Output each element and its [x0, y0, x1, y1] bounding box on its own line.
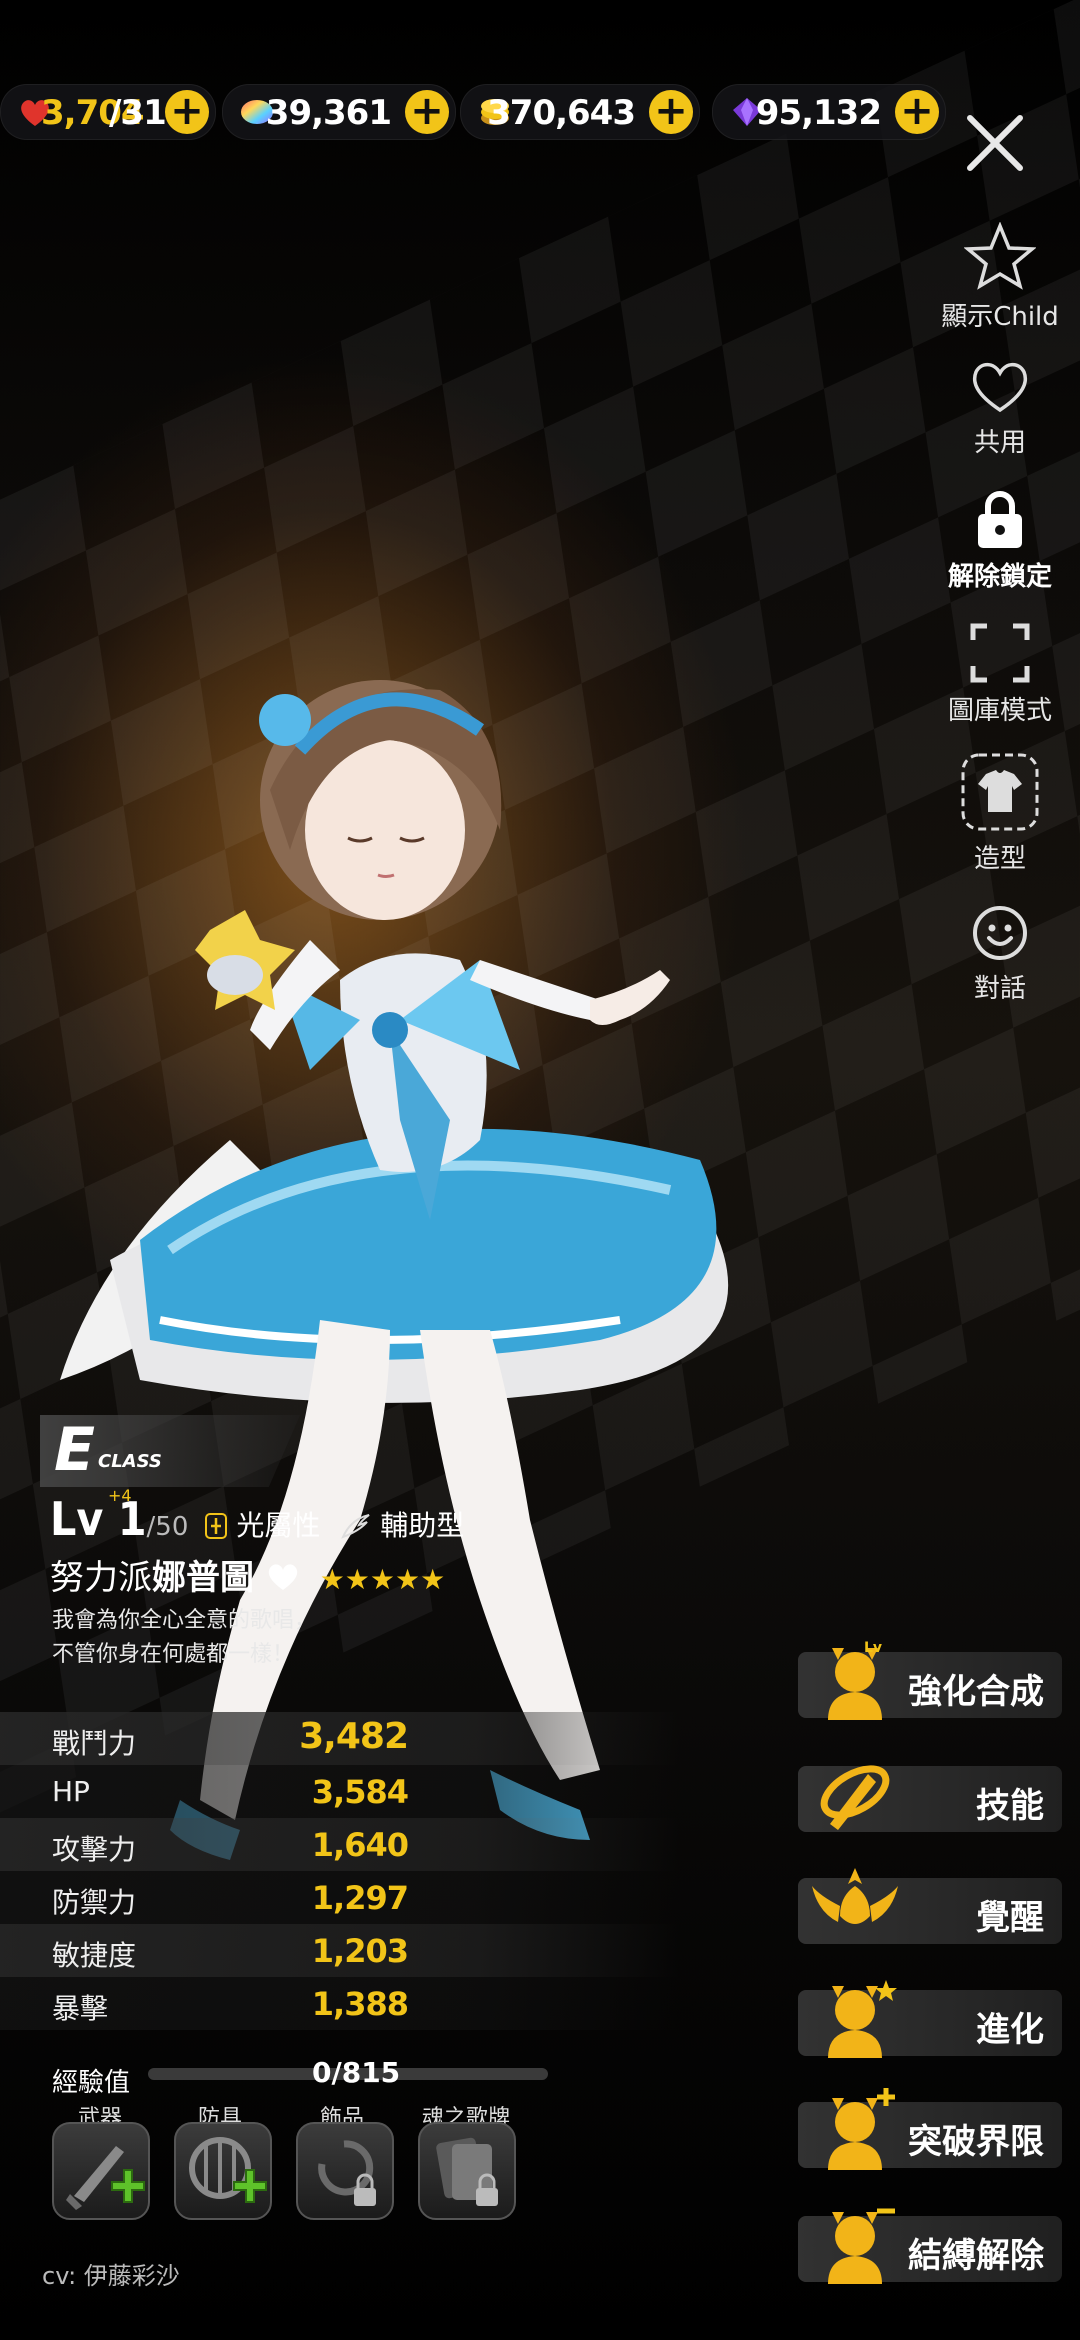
stat-label: HP — [52, 1775, 90, 1808]
role-tag: 輔助型 — [341, 1509, 464, 1542]
quote-line-1: 我會為你全心全意的歌唱， — [52, 1608, 317, 1633]
awaken-button[interactable]: 覺醒 — [798, 1868, 1062, 1944]
skill-label: 技能 — [976, 1786, 1044, 1826]
stat-label: 暴擊 — [52, 1992, 109, 2025]
voice-actor: cv: 伊藤彩沙 — [42, 2262, 180, 2290]
show-child-label: 顯示Child — [941, 302, 1059, 332]
stat-value: 1,640 — [311, 1826, 409, 1864]
stat-row-hp: HP 3,584 — [0, 1765, 680, 1818]
skill-button[interactable]: 技能 — [798, 1765, 1062, 1832]
level-row: Lv 1/50 +4 光屬性 輔助型 — [50, 1486, 464, 1548]
star-outline-icon — [964, 222, 1036, 290]
unbind-icon — [828, 2208, 895, 2284]
resource-bar: 3,704 /314 + 39,361 + 370,643 + 95,132 + — [0, 84, 960, 140]
quote-line-2: 不管你身在何處都一樣！ — [52, 1642, 295, 1667]
stat-label: 戰鬥力 — [52, 1727, 137, 1760]
stat-label: 防禦力 — [52, 1886, 137, 1919]
stat-row-attack: 攻擊力 1,640 — [0, 1818, 680, 1871]
outfit-icon — [961, 753, 1039, 831]
fullscreen-icon — [970, 623, 1030, 683]
gold-value: 370,643 — [487, 93, 636, 133]
accessory-icon — [318, 2140, 376, 2206]
add-stamina-button[interactable]: + — [165, 90, 209, 134]
armor-slot[interactable] — [174, 2122, 272, 2220]
unlock-label: 解除鎖定 — [947, 562, 1052, 592]
awaken-label: 覺醒 — [976, 1898, 1044, 1938]
awaken-icon — [812, 1868, 898, 1924]
character-name-row: 努力派娜普圖 ★★★★★ — [50, 1550, 445, 1599]
soul-card-slot[interactable] — [418, 2122, 516, 2220]
gem-value: 39,361 — [265, 93, 392, 133]
level-value: Lv 1 — [50, 1492, 147, 1546]
enhance-button[interactable]: Lv 強化合成 — [798, 1640, 1062, 1720]
add-gem-button[interactable]: + — [405, 90, 449, 134]
gem-counter: 39,361 + — [222, 84, 456, 140]
unbind-label: 結縛解除 — [908, 2236, 1044, 2276]
evolve-button[interactable]: 進化 — [798, 1980, 1062, 2058]
stat-value: 3,482 — [299, 1716, 409, 1757]
level-max: /50 — [146, 1512, 189, 1542]
character-quote: 我會為你全心全意的歌唱， 不管你身在何處都一樣！ — [52, 1604, 316, 1672]
svg-text:Lv: Lv — [864, 1640, 882, 1656]
wing-support-icon — [341, 1514, 370, 1539]
share-button[interactable]: 共用 — [930, 356, 1070, 459]
enhance-icon: Lv — [828, 1640, 882, 1720]
unlock-button[interactable]: 解除鎖定 — [930, 488, 1070, 593]
enhance-label: 強化合成 — [908, 1672, 1044, 1712]
smile-icon — [973, 906, 1027, 960]
share-label: 共用 — [973, 428, 1026, 458]
weapon-slot[interactable] — [52, 2122, 150, 2220]
exp-label: 經驗值 — [52, 2068, 131, 2098]
role-label: 輔助型 — [380, 1509, 465, 1542]
heart-outline-icon — [972, 362, 1028, 413]
stat-row-defense: 防禦力 1,297 — [0, 1871, 680, 1924]
add-gold-button[interactable]: + — [649, 90, 693, 134]
exp-value: 0/815 — [312, 2056, 401, 2089]
stat-value: 3,584 — [311, 1773, 409, 1811]
limit-break-button[interactable]: 突破界限 — [798, 2088, 1062, 2170]
attribute-tag: 光屬性 — [205, 1509, 329, 1542]
class-text: CLASS — [98, 1451, 162, 1472]
card-icon — [436, 2137, 498, 2206]
evolve-icon — [828, 1980, 897, 2058]
limit-break-label: 突破界限 — [908, 2122, 1044, 2162]
stat-value: 1,388 — [311, 1985, 409, 2023]
class-badge: E CLASS — [40, 1415, 300, 1487]
star-rating: ★★★★★ — [319, 1563, 446, 1596]
stamina-counter: 3,704 /314 + — [0, 84, 216, 140]
lock-icon — [978, 491, 1022, 548]
stat-label: 敏捷度 — [52, 1939, 137, 1972]
skill-icon — [820, 1765, 890, 1830]
unbind-button[interactable]: 結縛解除 — [798, 2208, 1062, 2284]
gold-counter: 370,643 + — [460, 84, 700, 140]
character-name: 娜普圖 — [152, 1558, 254, 1598]
stats-table: 戰鬥力 3,482 HP 3,584 攻擊力 1,640 防禦力 1,297 敏… — [0, 1712, 680, 2030]
limit-break-icon — [828, 2088, 895, 2170]
armor-icon — [189, 2137, 267, 2203]
add-crystal-button[interactable]: + — [895, 90, 939, 134]
attribute-label: 光屬性 — [236, 1509, 321, 1542]
class-letter: E — [54, 1415, 95, 1485]
show-child-button[interactable]: 顯示Child — [930, 222, 1070, 333]
stat-row-critical: 暴擊 1,388 — [0, 1977, 680, 2030]
weapon-icon — [66, 2146, 145, 2210]
stat-row-power: 戰鬥力 3,482 — [0, 1712, 680, 1765]
stat-value: 1,203 — [311, 1932, 409, 1970]
crystal-value: 95,132 — [755, 93, 882, 133]
close-icon[interactable] — [960, 108, 1030, 178]
crystal-counter: 95,132 + — [712, 84, 946, 140]
light-attribute-icon — [205, 1513, 228, 1539]
evolve-label: 進化 — [976, 2010, 1044, 2050]
stat-label: 攻擊力 — [52, 1833, 137, 1866]
accessory-slot[interactable] — [296, 2122, 394, 2220]
character-title: 努力派 — [50, 1558, 152, 1598]
heart-favorite-icon[interactable] — [266, 1562, 300, 1592]
stat-row-agility: 敏捷度 1,203 — [0, 1924, 680, 1977]
level-plus: +4 — [108, 1486, 132, 1505]
stat-value: 1,297 — [311, 1879, 409, 1917]
